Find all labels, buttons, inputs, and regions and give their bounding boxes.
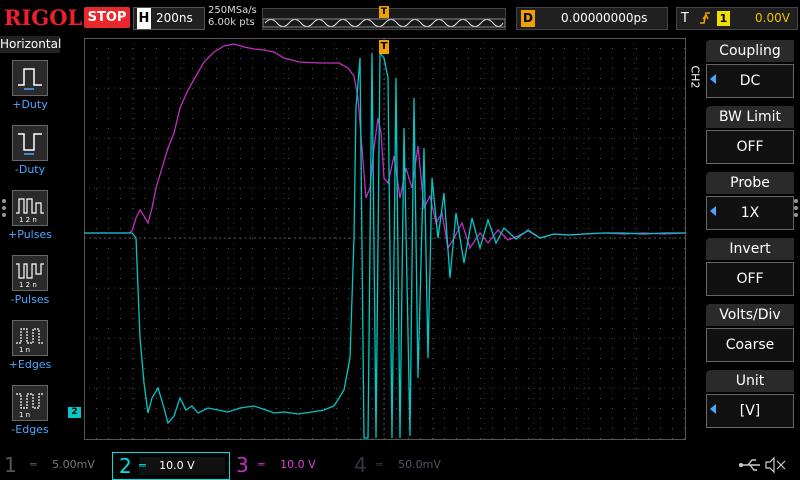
positive-pulses-icon: 1 2 n <box>12 190 48 226</box>
measure-negative-pulses-button[interactable]: 1 2 n -Pulses <box>10 253 50 313</box>
measure-menu-title: Horizontal <box>0 36 62 53</box>
invert-value[interactable]: OFF <box>706 262 794 296</box>
coupling-value[interactable]: DC <box>706 64 794 98</box>
ch4-status[interactable]: 4 ═ 50.0mV <box>354 452 464 478</box>
coupling-title: Coupling <box>706 40 794 62</box>
memory-position-bar[interactable]: T <box>262 6 506 30</box>
measure-positive-pulses-button[interactable]: 1 2 n +Pulses <box>8 188 52 248</box>
positive-edges-label: +Edges <box>8 358 52 371</box>
negative-duty-icon <box>12 125 48 161</box>
delay-label: D <box>521 10 535 27</box>
rising-edge-icon <box>699 8 711 36</box>
trigger-level: 0.00V <box>755 11 790 25</box>
negative-duty-label: -Duty <box>14 163 46 176</box>
delay-box[interactable]: D 0.00000000ps <box>516 7 668 30</box>
system-status-area <box>708 454 796 476</box>
delay-value: 0.00000000ps <box>561 11 648 25</box>
negative-edges-icon: 1 n <box>12 385 48 421</box>
menu-page-dots-right <box>794 199 798 217</box>
horizontal-label: H <box>137 8 151 29</box>
probe-value[interactable]: 1X <box>706 196 794 230</box>
ch1-status[interactable]: 1 ═ 5.00mV <box>4 452 104 478</box>
acquisition-info: 250MSa/s 6.00k pts <box>208 5 257 29</box>
positive-edges-icon: 1 n <box>12 320 48 356</box>
ch2-status[interactable]: 2 ═ 10.0 V <box>112 452 230 480</box>
measure-positive-edges-button[interactable]: 1 n +Edges <box>9 318 51 378</box>
ch3-number: 3 <box>236 453 249 477</box>
channel-status-bar: 1 ═ 5.00mV 2 ═ 10.0 V 3 ═ 10.0 V 4 ═ 50.… <box>0 450 800 480</box>
probe-arrow-icon <box>710 206 716 216</box>
negative-pulses-icon: 1 2 n <box>12 255 48 291</box>
trigger-position-marker-top: T <box>379 6 389 18</box>
memory-depth: 6.00k pts <box>208 17 255 28</box>
ch3-scale: ═ 10.0 V <box>258 458 316 471</box>
trigger-source: 1 <box>717 11 730 26</box>
bw-limit-value[interactable]: OFF <box>706 130 794 164</box>
waveform-grid <box>84 38 687 440</box>
top-status-bar: RIGOL STOP H 200ns 250MSa/s 6.00k pts T … <box>0 0 800 36</box>
invert-option[interactable]: Invert OFF <box>706 238 794 298</box>
negative-edges-label: -Edges <box>11 423 49 436</box>
timebase-box[interactable]: H 200ns <box>133 7 205 30</box>
usb-icon <box>739 459 760 471</box>
measure-negative-duty-button[interactable]: -Duty <box>10 123 50 183</box>
negative-pulses-label: -Pulses <box>10 293 50 306</box>
trigger-position-marker: T <box>379 40 389 54</box>
positive-duty-label: +Duty <box>12 98 48 111</box>
channel-menu: Coupling DC BW Limit OFF Probe 1X Invert… <box>700 38 800 438</box>
volts-div-option[interactable]: Volts/Div Coarse <box>706 304 794 364</box>
unit-option[interactable]: Unit [V] <box>706 370 794 430</box>
unit-title: Unit <box>706 370 794 392</box>
measure-negative-edges-button[interactable]: 1 n -Edges <box>10 383 50 443</box>
positive-duty-icon <box>12 60 48 96</box>
volts-div-value[interactable]: Coarse <box>706 328 794 362</box>
ch2-number: 2 <box>119 454 132 478</box>
svg-text:1 n: 1 n <box>19 346 30 354</box>
ch4-number: 4 <box>354 453 367 477</box>
coupling-option[interactable]: Coupling DC <box>706 40 794 100</box>
ch1-scale: ═ 5.00mV <box>30 458 95 471</box>
svg-text:1 2 n: 1 2 n <box>19 281 37 289</box>
sample-rate: 250MSa/s <box>208 5 257 16</box>
svg-text:1 2 n: 1 2 n <box>19 216 37 224</box>
trigger-box[interactable]: T 1 0.00V <box>676 7 798 30</box>
unit-value[interactable]: [V] <box>706 394 794 428</box>
measure-positive-duty-button[interactable]: +Duty <box>10 58 50 118</box>
probe-option[interactable]: Probe 1X <box>706 172 794 232</box>
svg-text:1 n: 1 n <box>19 411 30 419</box>
ch1-number: 1 <box>4 453 17 477</box>
ch4-scale: ═ 50.0mV <box>376 458 441 471</box>
bw-limit-title: BW Limit <box>706 106 794 128</box>
invert-title: Invert <box>706 238 794 260</box>
menu-page-dots-left <box>2 199 6 217</box>
probe-title: Probe <box>706 172 794 194</box>
coupling-arrow-icon <box>710 74 716 84</box>
rigol-logo: RIGOL <box>4 5 83 30</box>
waveform-display[interactable]: T <box>84 38 687 440</box>
trigger-label: T <box>681 11 689 26</box>
volts-div-title: Volts/Div <box>706 304 794 326</box>
ch2-ground-marker[interactable]: 2 <box>68 407 81 418</box>
ch3-status[interactable]: 3 ═ 10.0 V <box>236 452 336 478</box>
ch2-scale: ═ 10.0 V <box>139 457 225 475</box>
unit-arrow-icon <box>710 404 716 414</box>
measure-menu: Horizontal +Duty -Duty 1 2 n +Pulses 1 2… <box>0 36 62 450</box>
positive-pulses-label: +Pulses <box>8 228 52 241</box>
bw-limit-option[interactable]: BW Limit OFF <box>706 106 794 166</box>
timebase-value: 200ns <box>156 11 193 25</box>
run-stop-indicator[interactable]: STOP <box>84 7 130 28</box>
speaker-muted-icon <box>765 456 786 474</box>
